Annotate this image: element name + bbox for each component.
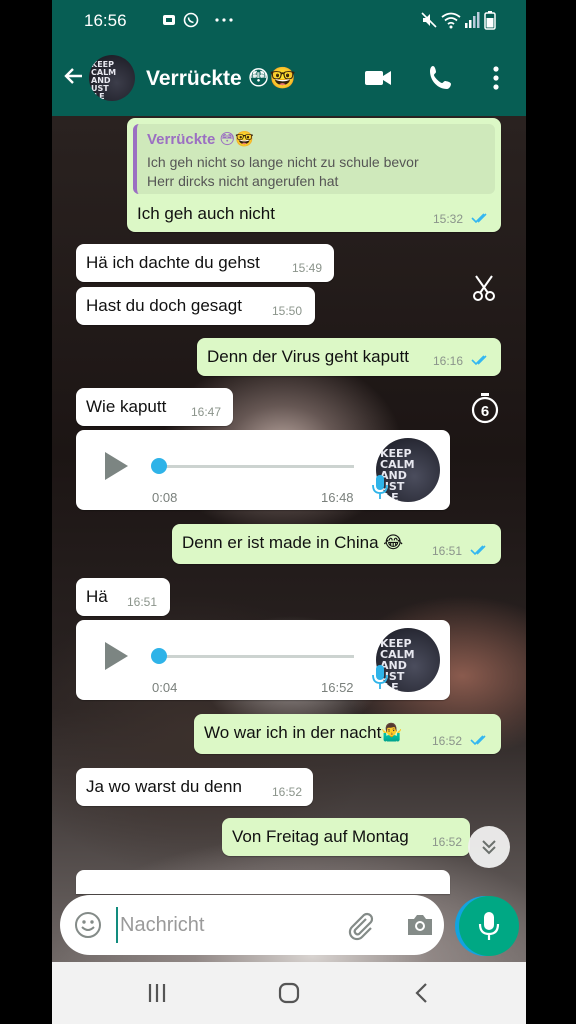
message-text: Hä [86,587,108,606]
camera-icon[interactable] [405,911,435,939]
message-text: Wo war ich in der nacht🤷‍♂️ [204,723,403,742]
mute-icon [421,12,437,28]
message-time: 16:51 [127,595,158,609]
contact-avatar[interactable]: KEEP CALM AND UST ILE [89,55,135,101]
outgoing-message[interactable]: Denn der Virus geht kaputt 16:16 [197,338,501,376]
message-text: Ja wo warst du denn [86,777,242,796]
recent-apps-icon[interactable] [144,980,170,1006]
voice-duration: 0:04 [152,680,178,695]
more-options-icon[interactable] [480,62,512,94]
notification-icon [163,15,175,25]
avatar-text: KEEP CALM AND UST ILE [91,60,117,101]
quote-text: Ich geh nicht so lange nicht zu schule b… [147,154,419,189]
read-receipt-icon [470,735,486,746]
chevron-double-down-icon [482,840,496,855]
voice-message-partial[interactable] [76,870,450,894]
message-text: Ich geh auch nicht [137,204,275,223]
outgoing-message[interactable]: Denn er ist made in China 😂 16:51 [172,524,501,564]
outgoing-message[interactable]: Wo war ich in der nacht🤷‍♂️ 16:52 [194,714,501,754]
mic-icon [372,665,388,689]
message-text: Hast du doch gesagt [86,296,242,315]
message-text: Wie kaputt [86,397,167,416]
record-voice-button[interactable] [459,896,519,956]
audio-progress-track[interactable] [158,465,354,468]
message-time: 16:52 [432,835,463,849]
message-time: 15:32 [433,212,464,226]
audio-progress-track[interactable] [158,655,354,658]
whatsapp-notification-icon [183,12,199,28]
voice-message[interactable]: 0:04 16:52 KEEP CALM AND UST ILE [76,620,450,700]
message-text: Hä ich dachte du gehst [86,253,260,272]
quote-author: Verrückte 😳🤓 [147,131,254,148]
message-time: 15:49 [292,261,323,275]
voice-call-icon[interactable] [425,62,457,94]
audio-scrubber-handle[interactable] [151,648,167,664]
message-time: 15:50 [272,304,303,318]
incoming-message[interactable]: Ja wo warst du denn 16:52 [76,768,313,806]
more-notifications-icon [215,18,233,22]
mic-icon [372,475,388,499]
read-receipt-icon [471,213,487,224]
phone-screen: 16:56 KEEP CALM AND UST ILE Verrückte 😳🤓 Ver… [52,0,526,1024]
incoming-message[interactable]: Wie kaputt 16:47 [76,388,233,426]
message-time: 16:51 [432,544,463,558]
attach-icon[interactable] [346,911,376,941]
timer-icon: 6 [471,393,499,424]
home-icon[interactable] [276,980,302,1006]
system-navigation-bar [52,962,526,1024]
quoted-message[interactable]: Verrückte 😳🤓 Ich geh nicht so lange nich… [133,124,495,194]
message-time: 16:47 [191,405,222,419]
incoming-message[interactable]: Hast du doch gesagt 15:50 [76,287,315,325]
emoji-icon[interactable] [74,911,102,939]
microphone-icon [478,912,500,940]
message-input[interactable] [116,907,340,943]
message-time: 16:52 [272,785,303,799]
read-receipt-icon [470,545,486,556]
message-time: 16:52 [432,734,463,748]
battery-icon [484,11,496,30]
read-receipt-icon [471,355,487,366]
status-bar: 16:56 [52,0,526,42]
message-time: 16:16 [433,354,464,368]
voice-duration: 0:08 [152,490,178,505]
scissors-icon [473,275,495,301]
svg-text:6: 6 [481,403,489,420]
chat-title[interactable]: Verrückte 😳🤓 [146,66,296,91]
audio-scrubber-handle[interactable] [151,458,167,474]
outgoing-message[interactable]: Verrückte 😳🤓 Ich geh nicht so lange nich… [127,118,501,232]
play-icon[interactable] [102,450,130,482]
back-arrow-icon[interactable] [62,64,86,88]
message-time: 16:48 [321,490,354,505]
wifi-icon [441,12,461,29]
video-call-icon[interactable] [362,62,394,94]
message-composer [60,895,444,955]
play-icon[interactable] [102,640,130,672]
message-text: Denn er ist made in China 😂 [182,533,404,552]
message-time: 16:52 [321,680,354,695]
chat-header: KEEP CALM AND UST ILE Verrückte 😳🤓 [52,42,526,116]
message-text: Denn der Virus geht kaputt [207,347,409,366]
status-time: 16:56 [84,11,127,30]
scroll-to-bottom-button[interactable] [468,826,510,868]
outgoing-message[interactable]: Von Freitag auf Montag 16:52 [222,818,470,856]
incoming-message[interactable]: Hä ich dachte du gehst 15:49 [76,244,334,282]
incoming-message[interactable]: Hä 16:51 [76,578,170,616]
signal-icon [465,12,480,28]
message-text: Von Freitag auf Montag [232,827,409,846]
back-nav-icon[interactable] [409,980,435,1006]
voice-message[interactable]: 0:08 16:48 KEEP CALM AND UST ILE [76,430,450,510]
